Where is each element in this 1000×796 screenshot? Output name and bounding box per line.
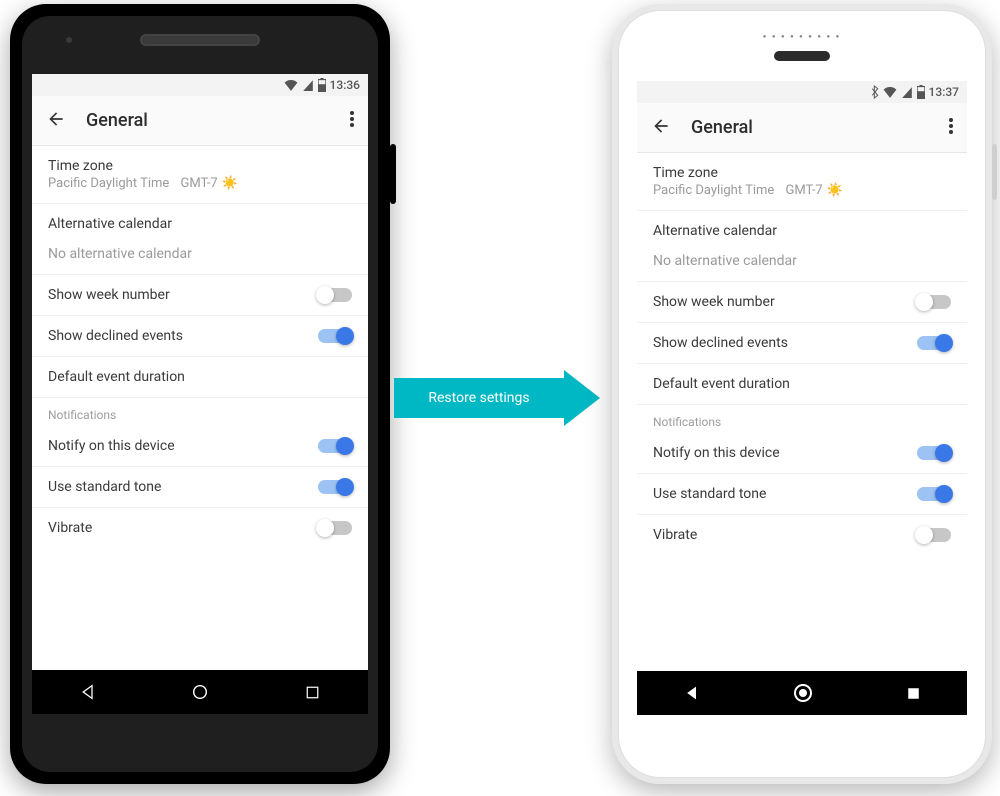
setting-label: Vibrate [653, 527, 917, 543]
toggle-use-standard-tone[interactable] [917, 487, 951, 501]
setting-show-week-number[interactable]: Show week number [637, 282, 967, 323]
toggle-notify-on-device[interactable] [917, 446, 951, 460]
app-bar: General [32, 96, 368, 146]
setting-label: Vibrate [48, 520, 318, 536]
arrow-label: Restore settings [428, 390, 529, 406]
setting-vibrate[interactable]: Vibrate [32, 508, 368, 548]
toggle-show-declined-events[interactable] [917, 336, 951, 350]
status-clock: 13:36 [330, 78, 360, 92]
setting-timezone[interactable]: Time zone Pacific Daylight Time GMT-7 ☀️ [32, 146, 368, 204]
setting-default-event-duration[interactable]: Default event duration [637, 364, 967, 405]
nav-recent-button[interactable] [906, 686, 921, 701]
setting-alternative-calendar-value[interactable]: No alternative calendar [32, 244, 368, 275]
battery-icon [917, 85, 925, 99]
battery-icon [318, 78, 326, 92]
sun-icon: ☀️ [222, 176, 238, 191]
setting-notify-on-device[interactable]: Notify on this device [32, 426, 368, 467]
setting-label: Show declined events [653, 335, 917, 351]
device-phone-left: 13:36 General Time zone Pacific Daylight… [10, 4, 390, 784]
nav-home-button[interactable] [191, 683, 209, 701]
signal-icon [302, 79, 314, 91]
sun-icon: ☀️ [827, 183, 843, 198]
setting-value: No alternative calendar [653, 253, 951, 269]
status-bar: 13:36 [32, 74, 368, 96]
toggle-vibrate[interactable] [917, 528, 951, 542]
setting-default-event-duration[interactable]: Default event duration [32, 357, 368, 398]
section-header-notifications: Notifications [637, 405, 967, 433]
setting-timezone[interactable]: Time zone Pacific Daylight Time GMT-7 ☀️ [637, 153, 967, 211]
bluetooth-icon [871, 85, 879, 99]
toggle-use-standard-tone[interactable] [318, 480, 352, 494]
setting-label: Default event duration [48, 369, 352, 385]
nav-recent-button[interactable] [305, 685, 320, 700]
setting-label: Use standard tone [653, 486, 917, 502]
setting-vibrate[interactable]: Vibrate [637, 515, 967, 555]
toggle-vibrate[interactable] [318, 521, 352, 535]
setting-alternative-calendar[interactable]: Alternative calendar [32, 204, 368, 244]
setting-alternative-calendar-value[interactable]: No alternative calendar [637, 251, 967, 282]
wifi-icon [883, 86, 897, 98]
setting-label: Time zone [48, 158, 352, 174]
setting-use-standard-tone[interactable]: Use standard tone [32, 467, 368, 508]
setting-label: Alternative calendar [653, 223, 951, 239]
signal-icon [901, 86, 913, 98]
restore-settings-arrow: Restore settings [394, 370, 614, 426]
toggle-notify-on-device[interactable] [318, 439, 352, 453]
device-phone-right: ● ● ● ● ● ● ● ● ● 13:37 [612, 4, 992, 784]
setting-label: Default event duration [653, 376, 951, 392]
nav-back-button[interactable] [684, 685, 700, 701]
toggle-show-week-number[interactable] [917, 295, 951, 309]
setting-label: Time zone [653, 165, 951, 181]
status-bar: 13:37 [637, 81, 967, 103]
setting-value: Pacific Daylight Time GMT-7 ☀️ [48, 176, 352, 191]
setting-show-declined-events[interactable]: Show declined events [637, 323, 967, 364]
setting-label: Show week number [653, 294, 917, 310]
setting-label: Show week number [48, 287, 318, 303]
overflow-menu-button[interactable] [935, 118, 953, 138]
section-header-notifications: Notifications [32, 398, 368, 426]
setting-label: Notify on this device [653, 445, 917, 461]
page-title: General [673, 117, 935, 138]
nav-back-button[interactable] [80, 684, 96, 700]
setting-value: No alternative calendar [48, 246, 352, 262]
setting-show-week-number[interactable]: Show week number [32, 275, 368, 316]
setting-label: Alternative calendar [48, 216, 352, 232]
setting-label: Show declined events [48, 328, 318, 344]
screen: 13:37 General Time zone Pacific Daylight… [637, 81, 967, 715]
toggle-show-week-number[interactable] [318, 288, 352, 302]
nav-home-button[interactable] [793, 683, 813, 703]
back-button[interactable] [651, 116, 673, 140]
setting-alternative-calendar[interactable]: Alternative calendar [637, 211, 967, 251]
android-nav-bar [32, 670, 368, 714]
back-button[interactable] [46, 109, 68, 133]
toggle-show-declined-events[interactable] [318, 329, 352, 343]
app-bar: General [637, 103, 967, 153]
setting-show-declined-events[interactable]: Show declined events [32, 316, 368, 357]
setting-label: Notify on this device [48, 438, 318, 454]
setting-use-standard-tone[interactable]: Use standard tone [637, 474, 967, 515]
overflow-menu-button[interactable] [336, 111, 354, 131]
setting-notify-on-device[interactable]: Notify on this device [637, 433, 967, 474]
page-title: General [68, 110, 336, 131]
wifi-icon [284, 79, 298, 91]
screen: 13:36 General Time zone Pacific Daylight… [32, 74, 368, 714]
setting-label: Use standard tone [48, 479, 318, 495]
android-nav-bar [637, 671, 967, 715]
setting-value: Pacific Daylight Time GMT-7 ☀️ [653, 183, 951, 198]
status-clock: 13:37 [929, 85, 959, 99]
